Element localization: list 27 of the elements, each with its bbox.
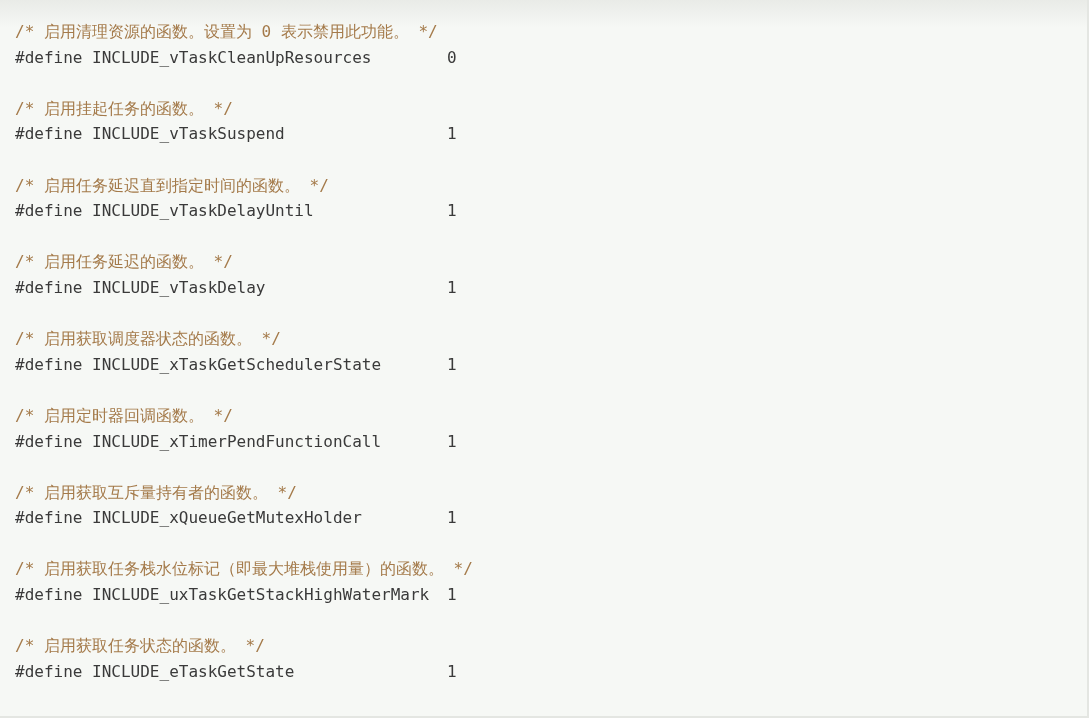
define-directive: #define INCLUDE_vTaskDelay bbox=[15, 276, 266, 299]
define-directive: #define INCLUDE_eTaskGetState bbox=[15, 660, 295, 683]
define-value: 1 bbox=[447, 430, 457, 453]
define-value: 1 bbox=[447, 507, 457, 530]
code-comment: /* 启用挂起任务的函数。 */ bbox=[15, 98, 233, 118]
code-comment: /* 启用清理资源的函数。设置为 0 表示禁用此功能。 */ bbox=[15, 22, 438, 41]
define-value: 1 bbox=[447, 123, 457, 146]
define-directive: #define INCLUDE_vTaskDelayUntil bbox=[15, 200, 314, 223]
code-comment: /* 启用任务延迟的函数。 */ bbox=[15, 252, 233, 272]
define-directive: #define INCLUDE_vTaskCleanUpResources bbox=[15, 46, 372, 69]
define-value: 1 bbox=[447, 200, 457, 223]
code-comment: /* 启用获取互斥量持有者的函数。 */ bbox=[15, 482, 297, 502]
define-directive: #define INCLUDE_uxTaskGetStackHighWaterMark bbox=[15, 584, 430, 607]
code-comment: /* 启用定时器回调函数。 */ bbox=[15, 405, 233, 425]
code-comment: /* 启用获取调度器状态的函数。 */ bbox=[15, 329, 281, 349]
define-value: 1 bbox=[447, 276, 457, 299]
define-value: 1 bbox=[447, 353, 457, 376]
code-comment: /* 启用获取任务栈水位标记（即最大堆栈使用量）的函数。 */ bbox=[15, 559, 473, 579]
define-value: 1 bbox=[447, 584, 457, 607]
define-value: 0 bbox=[447, 46, 457, 69]
define-directive: #define INCLUDE_xTaskGetSchedulerState bbox=[15, 353, 382, 376]
define-directive: #define INCLUDE_xQueueGetMutexHolder bbox=[15, 507, 362, 530]
define-directive: #define INCLUDE_xTimerPendFunctionCall bbox=[15, 430, 382, 453]
define-directive: #define INCLUDE_vTaskSuspend bbox=[15, 123, 285, 146]
code-comment: /* 启用获取任务状态的函数。 */ bbox=[15, 636, 265, 656]
code-comment: /* 启用任务延迟直到指定时间的函数。 */ bbox=[15, 175, 329, 195]
define-value: 1 bbox=[447, 660, 457, 683]
